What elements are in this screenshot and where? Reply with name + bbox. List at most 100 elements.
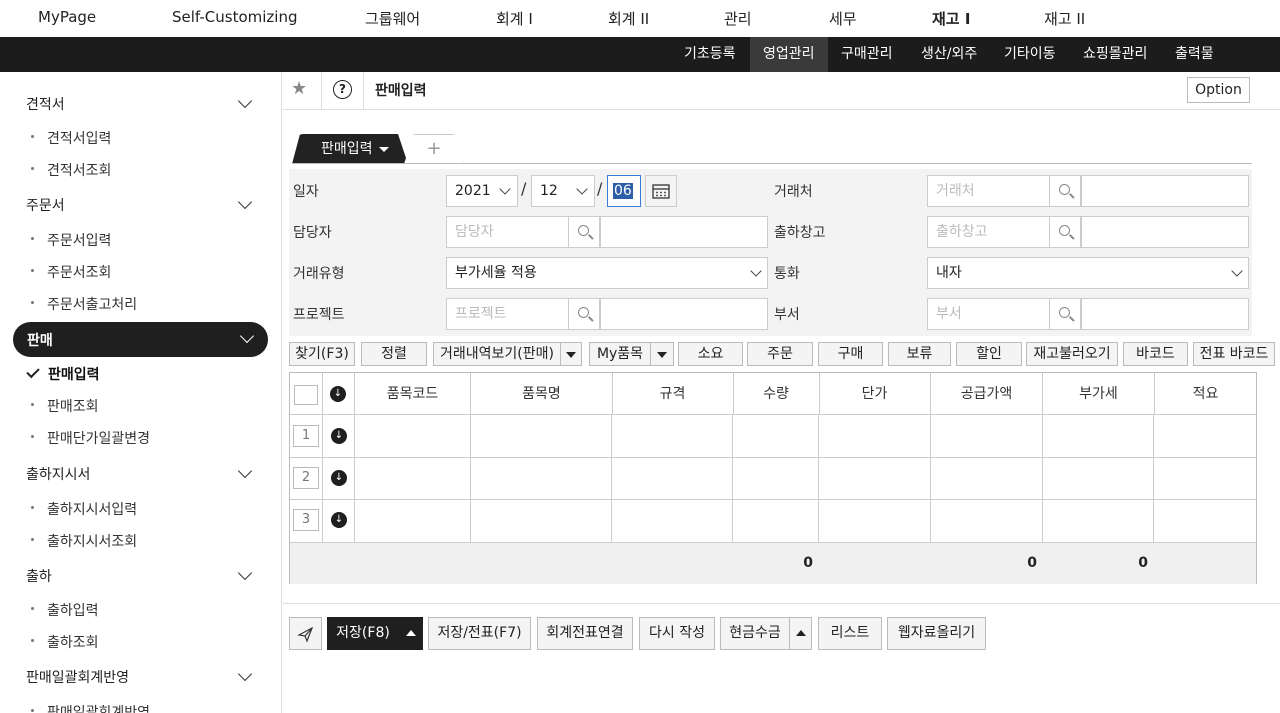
col-item-code[interactable]: 품목코드 [355, 373, 471, 415]
cash-receipt-button[interactable]: 현금수금 [720, 617, 790, 650]
chevron-down-icon[interactable] [237, 463, 253, 479]
web-upload-button[interactable]: 웹자료올리기 [887, 617, 986, 650]
barcode-button[interactable]: 바코드 [1123, 342, 1188, 366]
history-dropdown-button[interactable] [560, 342, 582, 366]
order-button[interactable]: 주문 [747, 342, 813, 366]
list-button[interactable]: 리스트 [818, 617, 882, 650]
link-voucher-button[interactable]: 회계전표연결 [537, 617, 633, 650]
currency-select[interactable]: 내자 [927, 257, 1249, 289]
col-item-name[interactable]: 품목명 [471, 373, 613, 415]
topnav-inventory-2[interactable]: 재고 II [1044, 8, 1085, 29]
arrow-down-icon[interactable]: ↓ [331, 428, 347, 444]
save-voucher-button[interactable]: 저장/전표(F7) [428, 617, 531, 650]
star-icon[interactable]: ★ [291, 78, 307, 99]
sidebar-item-quotation-view[interactable]: 견적서조회 [47, 160, 111, 180]
chevron-down-icon[interactable] [239, 328, 255, 344]
subnav-basic-registration[interactable]: 기초등록 [671, 37, 749, 72]
sidebar-item-shipping-instruction-view[interactable]: 출하지시서조회 [47, 531, 137, 551]
sidebar-item-shipping-entry[interactable]: 출하입력 [47, 600, 99, 620]
sort-button[interactable]: 정렬 [361, 342, 427, 366]
warehouse-input[interactable]: 출하창고 [927, 216, 1050, 248]
arrow-down-icon[interactable]: ↓ [331, 512, 347, 528]
consume-button[interactable]: 소요 [678, 342, 743, 366]
col-vat[interactable]: 부가세 [1043, 373, 1155, 415]
sidebar-item-sales-price-change[interactable]: 판매단가일괄변경 [47, 428, 150, 448]
tab-sales-entry[interactable]: 판매입력 [292, 134, 408, 164]
sidebar-group-sales[interactable]: 판매 [13, 322, 268, 357]
chevron-down-icon[interactable] [237, 93, 253, 109]
stock-load-button[interactable]: 재고불러오기 [1026, 342, 1118, 366]
topnav-self-customizing[interactable]: Self-Customizing [172, 8, 298, 26]
add-tab-button[interactable]: + [404, 134, 464, 164]
sidebar-group-shipping-instruction[interactable]: 출하지시서 [26, 464, 90, 484]
day-input[interactable]: 06 [607, 175, 641, 207]
col-spec[interactable]: 규격 [612, 373, 734, 415]
sidebar-item-sales-entry[interactable]: 판매입력 [48, 364, 100, 384]
arrow-down-icon[interactable]: ↓ [330, 386, 346, 402]
col-supply-amount[interactable]: 공급가액 [931, 373, 1043, 415]
history-button[interactable]: 거래내역보기(판매) [433, 342, 561, 366]
calendar-button[interactable] [645, 175, 677, 207]
subnav-sales-management[interactable]: 영업관리 [750, 37, 828, 72]
col-unit-price[interactable]: 단가 [819, 373, 931, 415]
sidebar-item-order-shipping[interactable]: 주문서출고처리 [47, 294, 137, 314]
topnav-inventory-1[interactable]: 재고 I [932, 8, 970, 29]
topnav-tax[interactable]: 세무 [829, 8, 857, 29]
client-name-field[interactable] [1081, 175, 1249, 207]
select-all-checkbox[interactable] [294, 385, 318, 405]
topnav-mypage[interactable]: MyPage [38, 8, 96, 26]
chevron-down-icon[interactable] [237, 194, 253, 210]
topnav-accounting-2[interactable]: 회계 II [608, 8, 649, 29]
save-button[interactable]: 저장(F8) [327, 617, 399, 650]
dept-name-field[interactable] [1081, 298, 1249, 330]
manager-search-button[interactable] [568, 216, 600, 248]
warehouse-search-button[interactable] [1049, 216, 1081, 248]
sidebar-item-shipping-view[interactable]: 출하조회 [47, 632, 99, 652]
save-options-button[interactable] [398, 617, 423, 650]
trade-type-select[interactable]: 부가세율 적용 [446, 257, 768, 289]
rewrite-button[interactable]: 다시 작성 [639, 617, 715, 650]
sidebar-item-order-entry[interactable]: 주문서입력 [47, 230, 111, 250]
sidebar-group-quotation[interactable]: 견적서 [26, 94, 65, 114]
purchase-button[interactable]: 구매 [818, 342, 883, 366]
col-remarks[interactable]: 적요 [1154, 373, 1257, 415]
arrow-down-icon[interactable]: ↓ [331, 470, 347, 486]
client-input[interactable]: 거래처 [927, 175, 1050, 207]
col-quantity[interactable]: 수량 [733, 373, 820, 415]
my-items-dropdown-button[interactable] [650, 342, 674, 366]
sidebar-item-quotation-entry[interactable]: 견적서입력 [47, 128, 111, 148]
subnav-shopping-mall[interactable]: 쇼핑몰관리 [1070, 37, 1160, 72]
sidebar-group-batch-accounting[interactable]: 판매일괄회계반영 [26, 667, 129, 687]
project-input[interactable]: 프로젝트 [446, 298, 569, 330]
topnav-groupware[interactable]: 그룹웨어 [365, 8, 420, 29]
discount-button[interactable]: 할인 [956, 342, 1022, 366]
send-button[interactable] [289, 617, 322, 650]
my-items-button[interactable]: My품목 [589, 342, 651, 366]
dept-search-button[interactable] [1049, 298, 1081, 330]
sidebar-item-order-view[interactable]: 주문서조회 [47, 262, 111, 282]
sidebar-group-order[interactable]: 주문서 [26, 195, 65, 215]
sidebar-item-batch-accounting[interactable]: 판매일괄회계반영 [47, 702, 150, 713]
help-icon[interactable]: ? [333, 80, 352, 99]
chevron-down-icon[interactable] [237, 666, 253, 682]
project-name-field[interactable] [600, 298, 768, 330]
subnav-printouts[interactable]: 출력물 [1162, 37, 1227, 72]
hold-button[interactable]: 보류 [888, 342, 951, 366]
topnav-management[interactable]: 관리 [724, 8, 752, 29]
option-button[interactable]: Option [1187, 77, 1250, 103]
sidebar-item-sales-view[interactable]: 판매조회 [47, 396, 99, 416]
subnav-purchase-management[interactable]: 구매관리 [828, 37, 906, 72]
cash-receipt-options-button[interactable] [789, 617, 812, 650]
warehouse-name-field[interactable] [1081, 216, 1249, 248]
chevron-down-icon[interactable] [237, 565, 253, 581]
dept-input[interactable]: 부서 [927, 298, 1050, 330]
client-search-button[interactable] [1049, 175, 1081, 207]
project-search-button[interactable] [568, 298, 600, 330]
find-button[interactable]: 찾기(F3) [289, 342, 355, 366]
topnav-accounting-1[interactable]: 회계 I [496, 8, 533, 29]
manager-input[interactable]: 담당자 [446, 216, 569, 248]
voucher-barcode-button[interactable]: 전표 바코드 [1193, 342, 1275, 366]
sidebar-item-shipping-instruction-entry[interactable]: 출하지시서입력 [47, 499, 137, 519]
manager-name-field[interactable] [600, 216, 768, 248]
subnav-production[interactable]: 생산/외주 [908, 37, 990, 72]
